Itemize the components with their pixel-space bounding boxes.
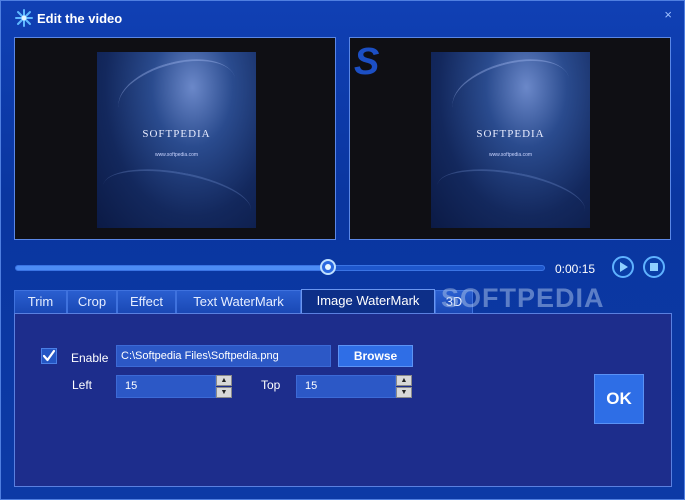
decrement-icon[interactable]: ▼ [216,387,232,398]
top-label: Top [261,378,281,392]
increment-icon[interactable]: ▲ [396,375,412,386]
ok-button[interactable]: OK [594,374,644,424]
increment-icon[interactable]: ▲ [216,375,232,386]
tab-text-watermark[interactable]: Text WaterMark [176,290,301,313]
image-path-field[interactable]: C:\Softpedia Files\Softpedia.png [116,345,331,367]
seek-bar[interactable] [15,265,545,271]
window-title: Edit the video [37,11,123,26]
video-brand-text: SOFTPEDIA [142,128,211,140]
video-brand-text: SOFTPEDIA [476,128,545,140]
play-icon [620,262,628,272]
swirl-decoration [432,159,590,237]
browse-button[interactable]: Browse [338,345,413,367]
swirl-decoration [111,47,243,139]
tab-trim[interactable]: Trim [14,290,67,313]
left-label: Left [72,378,93,392]
original-preview: SOFTPEDIA www.softpedia.com [14,37,336,240]
edit-video-window: Edit the video × SOFTPEDIA www.softpedia… [0,0,685,500]
image-watermark-panel [14,313,672,487]
seek-handle[interactable] [320,259,336,275]
enable-label: Enable [71,351,109,365]
video-frame: SOFTPEDIA www.softpedia.com [97,47,256,237]
tab-crop[interactable]: Crop [67,290,117,313]
left-offset-value[interactable]: 15 [116,375,216,398]
video-url-text: www.softpedia.com [154,152,199,158]
decrement-icon[interactable]: ▼ [396,387,412,398]
close-icon[interactable]: × [664,7,672,22]
tab-effect[interactable]: Effect [117,290,176,313]
swirl-decoration [98,159,256,237]
stop-button[interactable] [643,256,665,278]
stop-icon [650,263,658,271]
watermark-logo-icon: S [354,41,380,83]
left-offset-stepper[interactable]: 15 ▲ ▼ [116,375,232,398]
video-url-text: www.softpedia.com [488,152,533,158]
top-offset-value[interactable]: 15 [296,375,396,398]
output-preview: S SOFTPEDIA www.softpedia.com [349,37,671,240]
title-bar[interactable]: Edit the video × [1,1,684,35]
time-display: 0:00:15 [555,262,596,276]
tab-image-watermark[interactable]: Image WaterMark [301,289,435,313]
top-offset-stepper[interactable]: 15 ▲ ▼ [296,375,412,398]
softpedia-watermark-text: SOFTPEDIA [441,283,605,313]
sparkle-icon [15,9,33,27]
seek-progress [16,266,333,270]
swirl-decoration [445,47,577,139]
video-frame: SOFTPEDIA www.softpedia.com [431,47,590,237]
play-button[interactable] [612,256,634,278]
enable-checkbox[interactable] [41,348,57,364]
